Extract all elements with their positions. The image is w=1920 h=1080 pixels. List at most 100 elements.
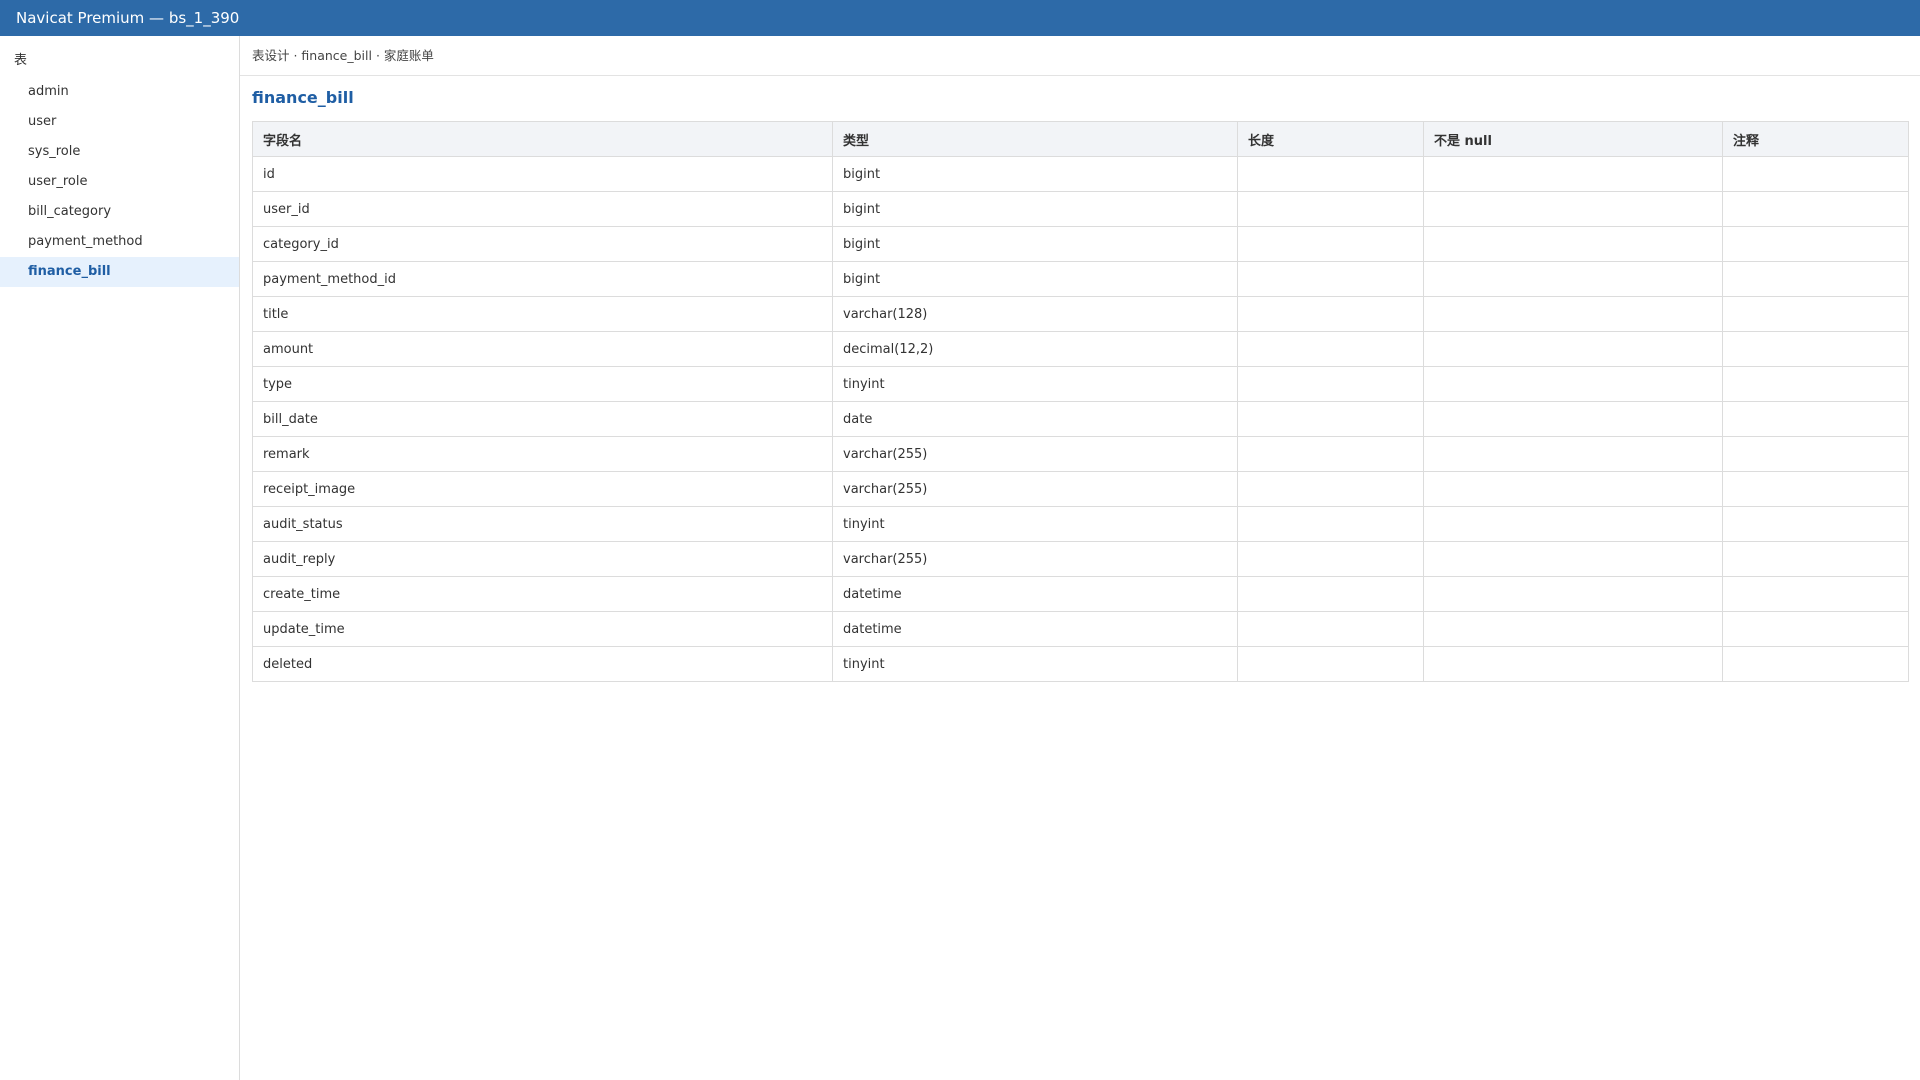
field-comment-cell[interactable]	[1722, 576, 1909, 612]
field-type-cell[interactable]: varchar(255)	[832, 436, 1238, 472]
field-name-cell[interactable]: remark	[252, 436, 833, 472]
field-not-null-cell[interactable]	[1423, 401, 1723, 437]
field-type-cell[interactable]: bigint	[832, 226, 1238, 262]
field-not-null-cell[interactable]	[1423, 366, 1723, 402]
sidebar-item-sys-role[interactable]: sys_role	[0, 137, 239, 167]
field-type-cell[interactable]: varchar(128)	[832, 296, 1238, 332]
field-name-cell[interactable]: type	[252, 366, 833, 402]
field-name-cell[interactable]: receipt_image	[252, 471, 833, 507]
field-name-cell[interactable]: create_time	[252, 576, 833, 612]
table-row[interactable]: type tinyint	[252, 366, 1909, 402]
sidebar-item-user[interactable]: user	[0, 107, 239, 137]
field-comment-cell[interactable]	[1722, 611, 1909, 647]
table-row[interactable]: category_id bigint	[252, 226, 1909, 262]
field-type-cell[interactable]: bigint	[832, 156, 1238, 192]
field-length-cell[interactable]	[1237, 541, 1424, 577]
field-name-cell[interactable]: amount	[252, 331, 833, 367]
field-comment-cell[interactable]	[1722, 331, 1909, 367]
field-type-cell[interactable]: varchar(255)	[832, 541, 1238, 577]
field-name-cell[interactable]: user_id	[252, 191, 833, 227]
field-name-cell[interactable]: update_time	[252, 611, 833, 647]
field-length-cell[interactable]	[1237, 191, 1424, 227]
field-type-cell[interactable]: datetime	[832, 611, 1238, 647]
field-not-null-cell[interactable]	[1423, 296, 1723, 332]
field-type-cell[interactable]: bigint	[832, 191, 1238, 227]
field-length-cell[interactable]	[1237, 296, 1424, 332]
field-comment-cell[interactable]	[1722, 506, 1909, 542]
sidebar-item-user-role[interactable]: user_role	[0, 167, 239, 197]
table-row[interactable]: user_id bigint	[252, 191, 1909, 227]
field-length-cell[interactable]	[1237, 436, 1424, 472]
field-length-cell[interactable]	[1237, 506, 1424, 542]
table-row[interactable]: audit_status tinyint	[252, 506, 1909, 542]
field-name-cell[interactable]: payment_method_id	[252, 261, 833, 297]
table-row[interactable]: id bigint	[252, 156, 1909, 192]
field-length-cell[interactable]	[1237, 576, 1424, 612]
field-not-null-cell[interactable]	[1423, 191, 1723, 227]
column-header-comment[interactable]: 注释	[1722, 121, 1909, 157]
field-comment-cell[interactable]	[1722, 646, 1909, 682]
field-type-cell[interactable]: datetime	[832, 576, 1238, 612]
field-not-null-cell[interactable]	[1423, 541, 1723, 577]
field-type-cell[interactable]: tinyint	[832, 646, 1238, 682]
field-comment-cell[interactable]	[1722, 156, 1909, 192]
field-type-cell[interactable]: varchar(255)	[832, 471, 1238, 507]
table-row[interactable]: payment_method_id bigint	[252, 261, 1909, 297]
table-row[interactable]: title varchar(128)	[252, 296, 1909, 332]
field-length-cell[interactable]	[1237, 261, 1424, 297]
field-comment-cell[interactable]	[1722, 401, 1909, 437]
field-type-cell[interactable]: date	[832, 401, 1238, 437]
field-name-cell[interactable]: category_id	[252, 226, 833, 262]
table-row[interactable]: remark varchar(255)	[252, 436, 1909, 472]
field-not-null-cell[interactable]	[1423, 156, 1723, 192]
field-not-null-cell[interactable]	[1423, 506, 1723, 542]
table-row[interactable]: bill_date date	[252, 401, 1909, 437]
field-comment-cell[interactable]	[1722, 436, 1909, 472]
column-header-field-name[interactable]: 字段名	[252, 121, 833, 157]
field-name-cell[interactable]: audit_status	[252, 506, 833, 542]
column-header-not-null[interactable]: 不是 null	[1423, 121, 1723, 157]
table-row[interactable]: receipt_image varchar(255)	[252, 471, 1909, 507]
field-length-cell[interactable]	[1237, 646, 1424, 682]
field-type-cell[interactable]: tinyint	[832, 506, 1238, 542]
table-row[interactable]: create_time datetime	[252, 576, 1909, 612]
field-comment-cell[interactable]	[1722, 261, 1909, 297]
field-not-null-cell[interactable]	[1423, 261, 1723, 297]
field-not-null-cell[interactable]	[1423, 611, 1723, 647]
sidebar-item-payment-method[interactable]: payment_method	[0, 227, 239, 257]
column-header-length[interactable]: 长度	[1237, 121, 1424, 157]
field-not-null-cell[interactable]	[1423, 576, 1723, 612]
table-row[interactable]: audit_reply varchar(255)	[252, 541, 1909, 577]
sidebar-item-finance-bill[interactable]: finance_bill	[0, 257, 239, 287]
table-row[interactable]: update_time datetime	[252, 611, 1909, 647]
field-length-cell[interactable]	[1237, 156, 1424, 192]
table-row[interactable]: deleted tinyint	[252, 646, 1909, 682]
field-comment-cell[interactable]	[1722, 226, 1909, 262]
field-length-cell[interactable]	[1237, 401, 1424, 437]
field-type-cell[interactable]: decimal(12,2)	[832, 331, 1238, 367]
field-not-null-cell[interactable]	[1423, 471, 1723, 507]
sidebar-item-bill-category[interactable]: bill_category	[0, 197, 239, 227]
field-name-cell[interactable]: bill_date	[252, 401, 833, 437]
field-length-cell[interactable]	[1237, 611, 1424, 647]
field-length-cell[interactable]	[1237, 331, 1424, 367]
field-name-cell[interactable]: audit_reply	[252, 541, 833, 577]
field-comment-cell[interactable]	[1722, 191, 1909, 227]
field-comment-cell[interactable]	[1722, 471, 1909, 507]
field-comment-cell[interactable]	[1722, 296, 1909, 332]
field-name-cell[interactable]: title	[252, 296, 833, 332]
field-length-cell[interactable]	[1237, 366, 1424, 402]
sidebar-item-admin[interactable]: admin	[0, 77, 239, 107]
field-type-cell[interactable]: tinyint	[832, 366, 1238, 402]
field-name-cell[interactable]: deleted	[252, 646, 833, 682]
table-row[interactable]: amount decimal(12,2)	[252, 331, 1909, 367]
field-length-cell[interactable]	[1237, 226, 1424, 262]
field-not-null-cell[interactable]	[1423, 331, 1723, 367]
field-length-cell[interactable]	[1237, 471, 1424, 507]
field-comment-cell[interactable]	[1722, 366, 1909, 402]
field-comment-cell[interactable]	[1722, 541, 1909, 577]
field-type-cell[interactable]: bigint	[832, 261, 1238, 297]
field-not-null-cell[interactable]	[1423, 226, 1723, 262]
column-header-type[interactable]: 类型	[832, 121, 1238, 157]
field-not-null-cell[interactable]	[1423, 436, 1723, 472]
